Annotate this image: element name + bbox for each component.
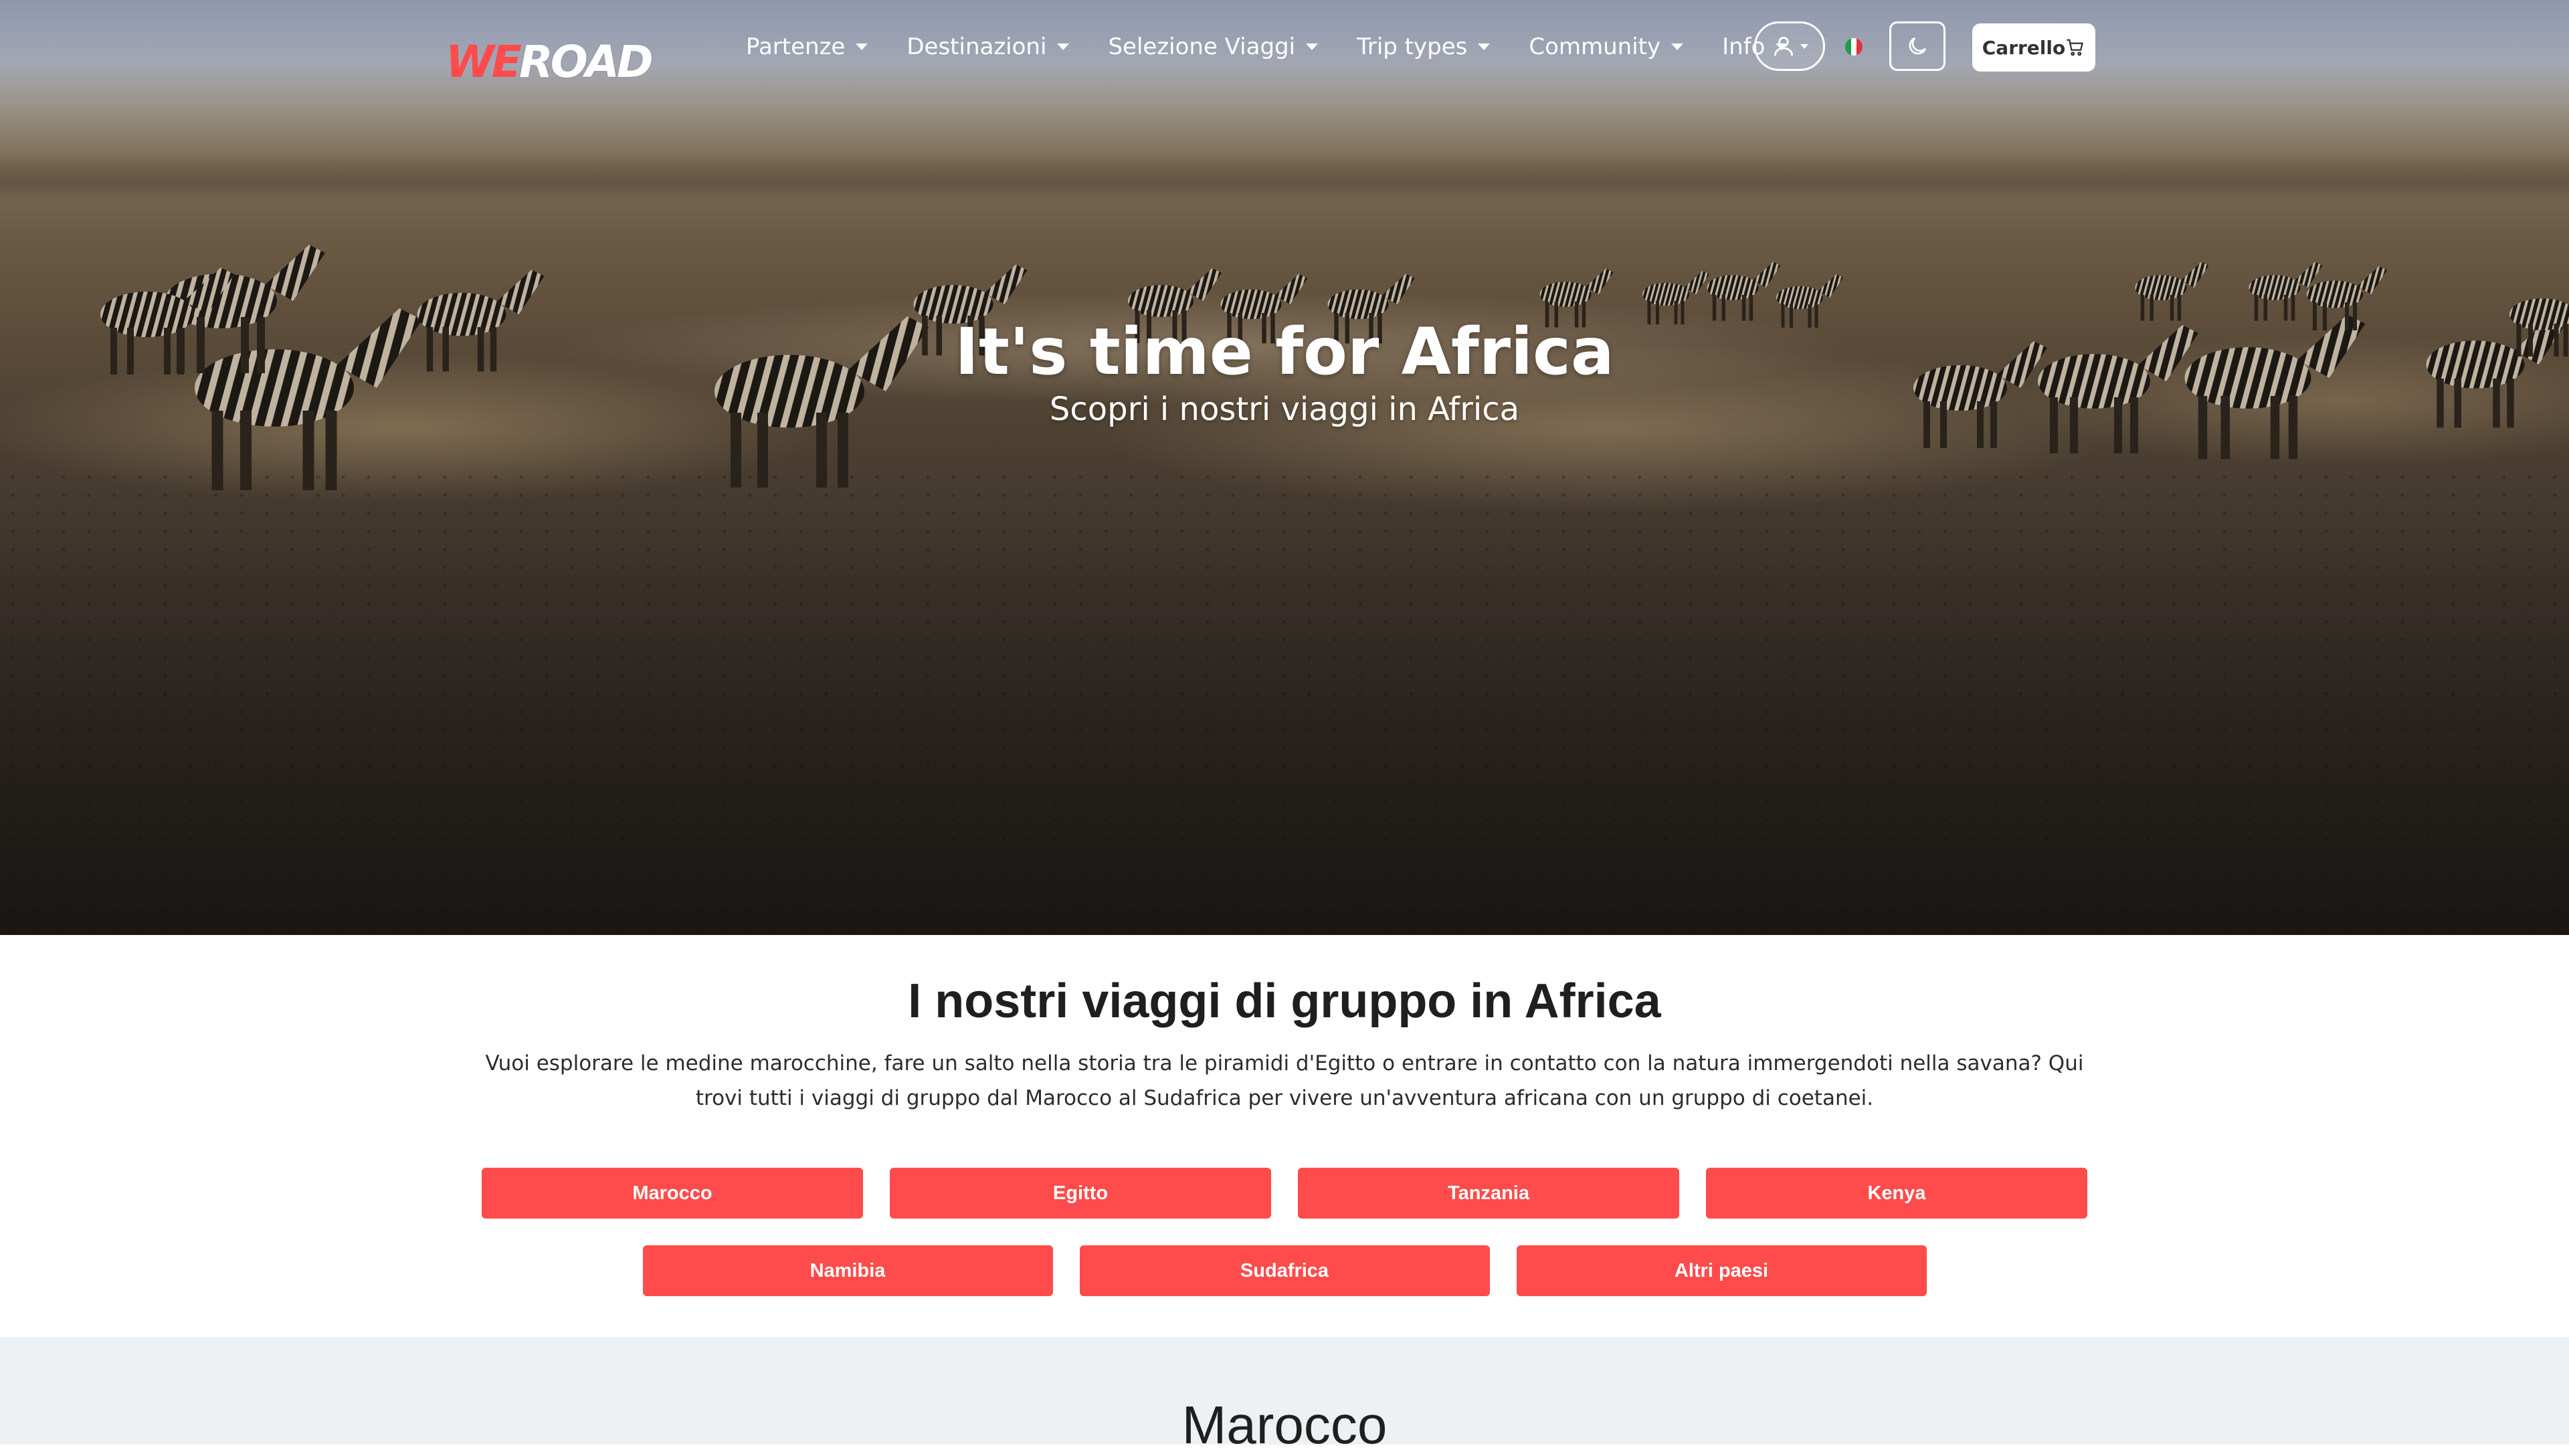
dark-mode-toggle[interactable] (1889, 21, 1945, 71)
italy-flag-icon[interactable] (1845, 38, 1863, 56)
cart-button[interactable]: Carrello (1972, 23, 2095, 72)
nav-item-selezione-viaggi[interactable]: Selezione Viaggi (1108, 33, 1319, 60)
country-button-egitto[interactable]: Egitto (890, 1168, 1271, 1219)
country-button-namibia[interactable]: Namibia (642, 1245, 1053, 1296)
cart-icon (2067, 39, 2084, 56)
weroad-logo[interactable]: WEROAD (446, 36, 654, 88)
country-button-altri-paesi[interactable]: Altri paesi (1516, 1245, 1927, 1296)
nav-item-destinazioni[interactable]: Destinazioni (907, 33, 1070, 60)
nav-label: Community (1529, 33, 1661, 60)
nav-item-community[interactable]: Community (1529, 33, 1684, 60)
chevron-down-icon (1800, 43, 1808, 49)
moon-icon (1909, 37, 1927, 55)
nav-item-partenze[interactable]: Partenze (746, 33, 868, 60)
country-button-tanzania[interactable]: Tanzania (1298, 1168, 1679, 1219)
user-icon (1774, 36, 1794, 56)
marocco-section: Marocco (0, 1337, 2569, 1455)
marocco-section-title: Marocco (1181, 1395, 1388, 1455)
section-title: I nostri viaggi di gruppo in Africa (908, 974, 1661, 1028)
africa-intro-section: I nostri viaggi di gruppo in Africa Vuoi… (0, 935, 2569, 1337)
nav-label: Partenze (746, 33, 846, 60)
logo-we: WE (446, 36, 522, 88)
country-buttons-row-2: Namibia Sudafrica Altri paesi (0, 1245, 2569, 1296)
chevron-down-icon (1306, 43, 1319, 50)
chevron-down-icon (1671, 43, 1684, 50)
user-menu-button[interactable] (1754, 21, 1825, 71)
hero-title: It's time for Africa (955, 314, 1614, 389)
nav-label: Selezione Viaggi (1108, 33, 1296, 60)
main-menu: Partenze Destinazioni Selezione Viaggi T… (746, 27, 1826, 67)
chevron-down-icon (1478, 43, 1491, 50)
cart-label: Carrello (1982, 36, 2066, 59)
country-button-kenya[interactable]: Kenya (1706, 1168, 2087, 1219)
hero-zebra-herd (100, 245, 2569, 490)
logo-road: ROAD (518, 36, 654, 88)
hero-banner: It's time for Africa Scopri i nostri via… (0, 0, 2569, 935)
nav-label: Destinazioni (907, 33, 1047, 60)
section-description: Vuoi esplorare le medine marocchine, far… (485, 1051, 2084, 1110)
nav-label: Trip types (1357, 33, 1468, 60)
chevron-down-icon (856, 43, 868, 50)
nav-item-trip-types[interactable]: Trip types (1357, 33, 1491, 60)
chevron-down-icon (1057, 43, 1070, 50)
country-button-marocco[interactable]: Marocco (482, 1168, 863, 1219)
country-button-sudafrica[interactable]: Sudafrica (1079, 1245, 1490, 1296)
country-buttons-row-1: Marocco Egitto Tanzania Kenya (0, 1168, 2569, 1219)
top-navbar: WEROAD Partenze Destinazioni Selezione V… (0, 0, 2569, 94)
hero-subtitle: Scopri i nostri viaggi in Africa (1049, 391, 1520, 428)
